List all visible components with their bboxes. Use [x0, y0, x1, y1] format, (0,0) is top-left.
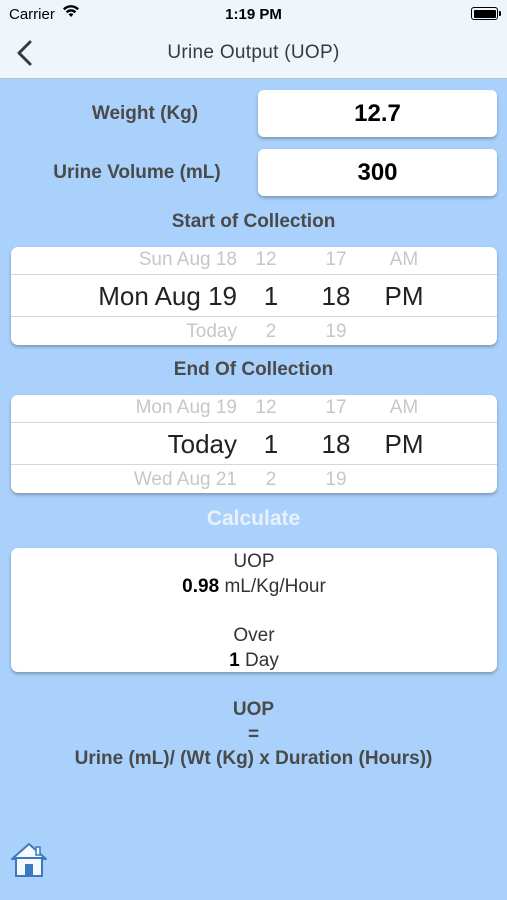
picker-hour-below: 2: [265, 469, 277, 490]
uop-unit: mL/Kg/Hour: [224, 576, 326, 597]
picker-date-below: Today: [186, 321, 237, 342]
picker-date-above: Sun Aug 18: [138, 249, 237, 270]
urine-volume-label: Urine Volume (mL): [53, 162, 221, 183]
duration-value: 1: [229, 650, 240, 671]
status-time: 1:19 PM: [225, 6, 282, 23]
picker-selection-line: [11, 422, 497, 423]
picker-date-above: Mon Aug 19: [135, 397, 237, 418]
weight-field[interactable]: 12.7: [258, 90, 497, 137]
picker-selection-line: [11, 464, 497, 465]
picker-date-below: Wed Aug 21: [133, 469, 237, 490]
calculate-button[interactable]: Calculate: [0, 507, 507, 531]
end-collection-title: End Of Collection: [173, 359, 334, 380]
picker-hour-above: 12: [255, 249, 277, 270]
picker-date-selected[interactable]: Mon Aug 19: [47, 281, 237, 312]
start-date-picker[interactable]: Sun Aug 18 12 17 AM Mon Aug 19 1 18 PM T…: [11, 247, 497, 345]
uop-value: 0.98: [182, 576, 220, 597]
formula-equals: =: [247, 724, 260, 745]
status-bar: Carrier 1:19 PM: [0, 0, 507, 28]
formula-title: UOP: [232, 699, 275, 720]
picker-minute-below: 19: [325, 469, 347, 490]
picker-minute-above: 17: [325, 397, 347, 418]
picker-hour-below: 2: [265, 321, 277, 342]
start-collection-title: Start of Collection: [171, 211, 336, 232]
picker-hour-selected[interactable]: 1: [256, 281, 286, 312]
result-card: UOP 0.98 mL/Kg/Hour Over 1 Day: [11, 548, 497, 672]
picker-date-selected[interactable]: Today: [47, 429, 237, 460]
picker-minute-above: 17: [325, 249, 347, 270]
formula-expression: Urine (mL)/ (Wt (Kg) x Duration (Hours)): [74, 748, 433, 769]
picker-hour-above: 12: [255, 397, 277, 418]
picker-ampm-above: AM: [389, 397, 419, 418]
urine-volume-field[interactable]: 300: [258, 149, 497, 196]
picker-ampm-above: AM: [389, 249, 419, 270]
nav-bar: Urine Output (UOP): [0, 28, 507, 79]
picker-hour-selected[interactable]: 1: [256, 429, 286, 460]
end-date-picker[interactable]: Mon Aug 19 12 17 AM Today 1 18 PM Wed Au…: [11, 395, 497, 493]
duration-line: 1 Day: [11, 650, 497, 672]
picker-minute-below: 19: [325, 321, 347, 342]
picker-ampm-selected[interactable]: PM: [379, 281, 429, 312]
home-icon: [11, 843, 47, 877]
duration-title: Over: [233, 625, 275, 646]
weight-label: Weight (Kg): [91, 103, 199, 124]
duration-unit: Day: [245, 650, 279, 671]
picker-ampm-selected[interactable]: PM: [379, 429, 429, 460]
battery-icon: [471, 7, 501, 20]
uop-result-title: UOP: [233, 551, 275, 572]
uop-result-line: 0.98 mL/Kg/Hour: [11, 576, 497, 598]
picker-selection-line: [11, 274, 497, 275]
home-button[interactable]: [10, 842, 48, 878]
page-title: Urine Output (UOP): [167, 42, 340, 63]
picker-minute-selected[interactable]: 18: [313, 429, 359, 460]
picker-selection-line: [11, 316, 497, 317]
picker-minute-selected[interactable]: 18: [313, 281, 359, 312]
